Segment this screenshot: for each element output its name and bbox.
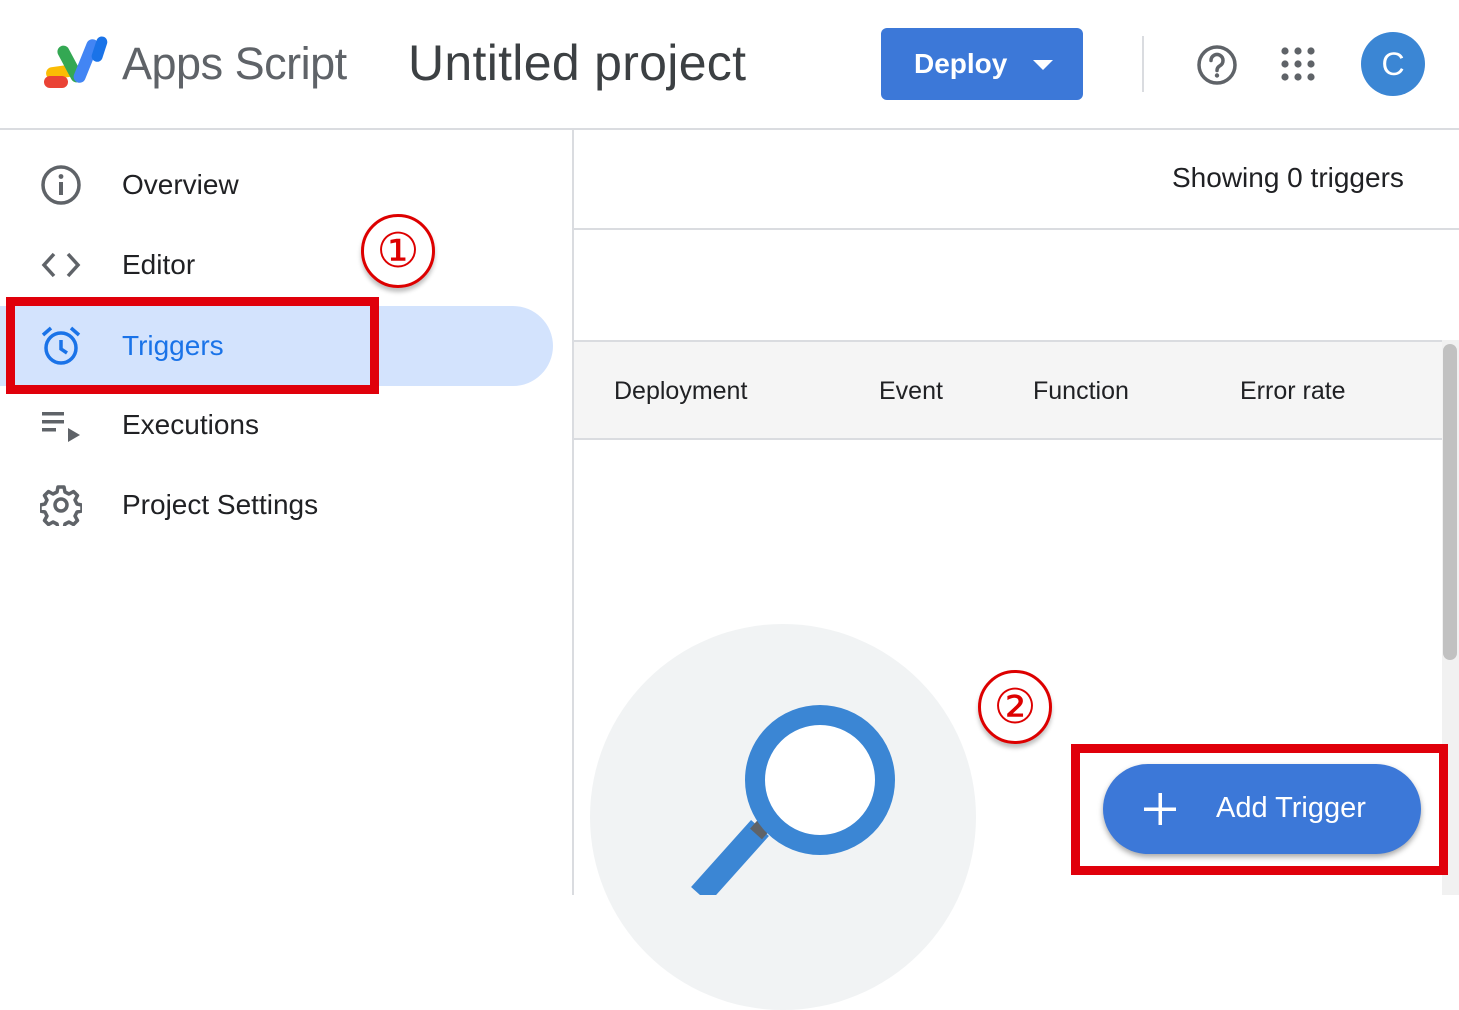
info-icon: [41, 165, 81, 205]
code-brackets-icon: [41, 252, 81, 278]
gear-icon: [40, 485, 82, 526]
column-header-event[interactable]: Event: [879, 377, 943, 406]
apps-grid-icon[interactable]: [1280, 46, 1316, 82]
sidebar-item-editor[interactable]: Editor: [0, 225, 553, 305]
annotation-marker-2: ②: [978, 670, 1052, 744]
sidebar-item-overview[interactable]: Overview: [0, 145, 553, 225]
column-header-error-rate[interactable]: Error rate: [1240, 377, 1346, 406]
project-title[interactable]: Untitled project: [408, 34, 746, 92]
sidebar-item-label: Executions: [122, 409, 259, 440]
app-name: Apps Script: [122, 38, 347, 89]
annotation-highlight-add-trigger: [1071, 744, 1448, 875]
help-icon[interactable]: [1196, 44, 1238, 86]
header-divider: [1142, 36, 1144, 92]
scrollbar-thumb[interactable]: [1443, 344, 1457, 660]
sidebar-item-project-settings[interactable]: Project Settings: [0, 465, 553, 545]
deploy-button[interactable]: Deploy: [881, 28, 1083, 100]
trigger-count: Showing 0 triggers: [1172, 162, 1404, 193]
annotation-marker-1: ①: [361, 214, 435, 288]
sidebar: Overview Editor Triggers Executions Proj…: [0, 130, 574, 895]
annotation-highlight-triggers: [6, 297, 379, 394]
sidebar-item-executions[interactable]: Executions: [0, 385, 553, 465]
divider: [574, 228, 1459, 230]
sidebar-item-label: Editor: [122, 249, 196, 280]
deploy-label: Deploy: [914, 48, 1008, 79]
table-header: Deployment Event Function Error rate: [574, 340, 1442, 440]
sidebar-item-label: Overview: [122, 169, 239, 200]
column-header-deployment[interactable]: Deployment: [614, 377, 747, 406]
avatar[interactable]: C: [1361, 32, 1425, 96]
sidebar-item-label: Project Settings: [122, 489, 319, 520]
column-header-function[interactable]: Function: [1033, 377, 1129, 406]
magnifier-icon: [691, 705, 895, 895]
caret-down-icon: [1033, 60, 1053, 70]
apps-script-logo-icon: [44, 36, 108, 88]
playlist-play-icon: [42, 412, 80, 442]
